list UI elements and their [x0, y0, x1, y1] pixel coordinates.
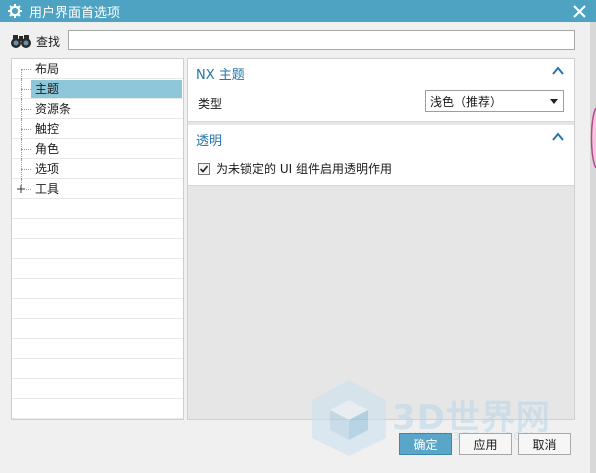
checkbox-label: 为未锁定的 UI 组件启用透明作用	[216, 162, 392, 176]
tree-line	[21, 149, 31, 150]
search-label: 查找	[36, 34, 61, 49]
tree-item-label: 资源条	[35, 102, 72, 116]
tree-item-label: 选项	[35, 162, 60, 176]
tree-line	[21, 69, 22, 79]
tree-item-label: 布局	[35, 62, 60, 76]
cancel-button[interactable]: 取消	[518, 433, 571, 455]
tree-line	[21, 89, 31, 90]
tree-item-options[interactable]: 选项	[12, 159, 183, 179]
tree-item-role[interactable]: 角色	[12, 139, 183, 159]
binoculars-icon	[10, 33, 32, 49]
tree-line	[21, 109, 31, 110]
tree-item-layout[interactable]: 布局	[12, 59, 183, 79]
tree-line	[21, 129, 31, 130]
theme-type-select[interactable]: 浅色（推荐）	[425, 90, 564, 112]
transparency-section: 透明 为未锁定的 UI 组件启用透明作用	[188, 125, 574, 186]
chevron-up-icon[interactable]	[552, 65, 564, 75]
tree-empty-row	[12, 359, 183, 379]
tree-item-label: 触控	[35, 122, 60, 136]
tree-item-resource-bar[interactable]: 资源条	[12, 99, 183, 119]
section-title: 透明	[196, 134, 223, 149]
chevron-up-icon[interactable]	[552, 131, 564, 141]
transparency-section-header[interactable]: 透明	[188, 125, 574, 151]
gear-icon	[7, 3, 23, 19]
theme-section: NX 主题 类型 浅色（推荐）	[188, 59, 574, 122]
checkmark-icon	[199, 164, 209, 173]
transparency-option[interactable]: 为未锁定的 UI 组件启用透明作用	[198, 160, 392, 177]
tree-empty-row	[12, 339, 183, 359]
tree-item-theme[interactable]: 主题	[12, 79, 183, 99]
transparency-checkbox[interactable]	[198, 162, 210, 175]
ok-button[interactable]: 确定	[399, 433, 452, 455]
tree-line	[21, 169, 31, 170]
tree-item-tools[interactable]: 工具	[12, 179, 183, 199]
category-tree: 布局 主题 资源条 触控 角色 选项 工具	[11, 58, 184, 420]
tree-empty-row	[12, 239, 183, 259]
title-bar: 用户界面首选项	[0, 0, 596, 22]
tree-item-label: 角色	[35, 142, 60, 156]
tree-empty-row	[12, 279, 183, 299]
triangle-down-icon	[550, 99, 558, 104]
section-title: NX 主题	[196, 68, 245, 83]
window-edge	[590, 22, 596, 473]
background-decoration	[590, 108, 596, 168]
plus-icon[interactable]	[17, 185, 25, 193]
close-icon[interactable]	[573, 1, 586, 23]
tree-empty-row	[12, 199, 183, 219]
tree-line	[21, 69, 31, 70]
tree-item-touch[interactable]: 触控	[12, 119, 183, 139]
tree-empty-row	[12, 299, 183, 319]
tree-item-label: 工具	[35, 182, 60, 196]
tree-empty-row	[12, 319, 183, 339]
tree-empty-row	[12, 219, 183, 239]
theme-section-header[interactable]: NX 主题	[188, 59, 574, 85]
type-label: 类型	[198, 97, 223, 111]
search-input[interactable]	[68, 30, 575, 50]
apply-button[interactable]: 应用	[459, 433, 512, 455]
search-row: 查找	[10, 30, 60, 52]
window-title: 用户界面首选项	[29, 5, 121, 21]
tree-empty-row	[12, 259, 183, 279]
select-value: 浅色（推荐）	[430, 94, 503, 109]
tree-empty-row	[12, 399, 183, 419]
settings-pane: NX 主题 类型 浅色（推荐） 透明 为未锁定的 UI 组件启用透明作用	[187, 58, 575, 420]
tree-empty-row	[12, 379, 183, 399]
tree-item-label: 主题	[35, 82, 60, 96]
